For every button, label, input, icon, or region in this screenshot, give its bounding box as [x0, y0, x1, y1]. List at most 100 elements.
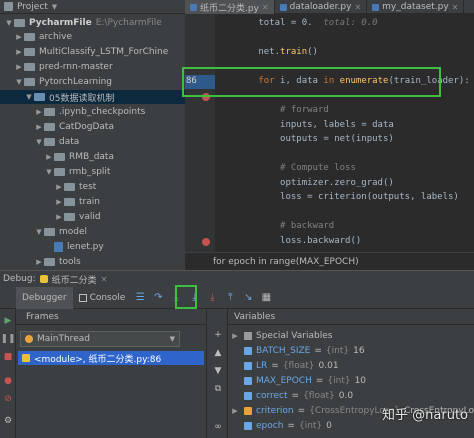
variable-type: {float}: [303, 391, 335, 401]
glasses-icon[interactable]: ∞: [212, 421, 224, 433]
close-icon[interactable]: ✕: [354, 3, 361, 12]
tab-debugger[interactable]: Debugger: [16, 286, 73, 309]
object-icon: [244, 407, 252, 415]
resume-icon[interactable]: ▶: [2, 315, 14, 327]
variable-row[interactable]: BATCH_SIZE = {int} 16: [230, 344, 365, 358]
folder-icon: [64, 183, 75, 191]
chevron-right-icon[interactable]: ▶: [34, 123, 44, 131]
chevron-right-icon[interactable]: ▶: [14, 48, 24, 56]
copy-icon[interactable]: ⧉: [212, 383, 224, 395]
thread-select[interactable]: MainThread ▼: [20, 331, 180, 347]
tree-item[interactable]: lenet.py: [44, 240, 104, 254]
chevron-right-icon[interactable]: ▶: [54, 183, 64, 191]
python-file-icon: [372, 3, 380, 11]
tree-item[interactable]: ▶ train: [54, 195, 100, 209]
code-token: # forward: [280, 105, 329, 115]
code-line[interactable]: total = 0. total: 0.0: [215, 18, 377, 30]
tree-item[interactable]: ▶ archive: [14, 30, 72, 44]
code-line[interactable]: # Compute loss: [215, 163, 356, 175]
tree-item[interactable]: ▶ valid: [54, 210, 100, 224]
tree-item[interactable]: ▶ test: [54, 180, 96, 194]
tree-item[interactable]: ▼ data: [34, 135, 79, 149]
move-down-icon[interactable]: ▼: [212, 365, 224, 377]
variables-title: Variables: [228, 309, 474, 325]
thread-icon: [25, 335, 33, 343]
run-to-cursor-icon[interactable]: ↘: [240, 290, 256, 306]
frame-row[interactable]: <module>, 纸币二分类.py:86: [18, 351, 204, 365]
equals-sign: =: [297, 406, 306, 416]
tab-editor-file[interactable]: my_dataset.py ✕: [367, 0, 465, 14]
tree-item[interactable]: ▼ PytorchLearning: [14, 75, 112, 89]
code-line[interactable]: net.train(): [215, 47, 318, 59]
chevron-right-icon[interactable]: ▶: [34, 108, 44, 116]
chevron-down-icon[interactable]: ▼: [14, 78, 24, 86]
tree-item-label: PytorchLearning: [39, 77, 113, 87]
tree-item[interactable]: ▼ model: [34, 225, 87, 239]
variable-row[interactable]: epoch = {int} 0: [230, 419, 332, 433]
step-over-icon[interactable]: ↷: [150, 290, 166, 306]
tree-item[interactable]: ▶ .ipynb_checkpoints: [34, 105, 145, 119]
chevron-down-icon[interactable]: ▼: [24, 93, 34, 101]
variable-type: {int}: [298, 421, 323, 431]
code-line[interactable]: # backward: [215, 221, 334, 233]
tree-root[interactable]: ▼ PycharmFile E:\PycharmFile: [4, 16, 161, 30]
code-line[interactable]: # forward: [215, 105, 329, 117]
close-icon[interactable]: ✕: [452, 3, 459, 12]
code-line[interactable]: loss.backward(): [215, 236, 361, 248]
tree-item-label: data: [59, 137, 80, 147]
chevron-down-icon[interactable]: ▼: [44, 168, 54, 176]
tree-item[interactable]: ▶ MultiClassify_LSTM_ForChine: [14, 45, 168, 59]
move-up-icon[interactable]: ▲: [212, 347, 224, 359]
chevron-right-icon[interactable]: ▶: [54, 198, 64, 206]
chevron-down-icon[interactable]: ▼: [4, 19, 14, 27]
tree-item[interactable]: ▶ CatDogData: [34, 120, 114, 134]
tree-item-label: test: [79, 182, 97, 192]
project-panel-header[interactable]: Project ▼: [0, 0, 185, 14]
tree-item[interactable]: ▼ rmb_split: [44, 165, 110, 179]
code-line[interactable]: optimizer.zero_grad(): [215, 178, 394, 190]
step-out-icon[interactable]: ⤒: [222, 290, 238, 306]
code-editor[interactable]: total = 0. total: 0.0 net.train() for i,…: [215, 14, 474, 252]
chevron-right-icon[interactable]: ▶: [230, 332, 240, 340]
close-icon[interactable]: ✕: [262, 3, 269, 12]
tree-item[interactable]: ▶ tools: [34, 255, 80, 269]
code-line[interactable]: inputs, labels = data: [215, 120, 394, 132]
show-execution-point-icon[interactable]: ☰: [132, 290, 148, 306]
breadcrumb[interactable]: for epoch in range(MAX_EPOCH): [185, 252, 474, 270]
chevron-down-icon[interactable]: ▼: [34, 138, 44, 146]
breakpoint-icon[interactable]: [202, 237, 210, 246]
variable-row[interactable]: LR = {float} 0.01: [230, 359, 339, 373]
tree-item[interactable]: ▶ pred-rnn-master: [14, 60, 112, 74]
chevron-right-icon[interactable]: ▶: [44, 153, 54, 161]
code-line[interactable]: loss = criterion(outputs, labels): [215, 192, 459, 204]
variable-row[interactable]: correct = {float} 0.0: [230, 389, 353, 403]
mute-breakpoints-icon[interactable]: ⊘: [2, 393, 14, 405]
evaluate-expression-icon[interactable]: ▦: [258, 290, 274, 306]
chevron-right-icon[interactable]: ▶: [230, 407, 240, 415]
variable-row[interactable]: ▶ Special Variables: [230, 329, 332, 343]
debug-config-name[interactable]: 纸币二分类: [52, 273, 97, 286]
stop-icon[interactable]: ■: [2, 351, 14, 363]
force-step-into-icon[interactable]: ⤓: [204, 290, 220, 306]
pause-icon[interactable]: ❚❚: [0, 333, 15, 345]
chevron-right-icon[interactable]: ▶: [54, 213, 64, 221]
tab-editor-file[interactable]: dataloader.py ✕: [275, 0, 368, 14]
chevron-right-icon[interactable]: ▶: [14, 63, 24, 71]
tree-item[interactable]: ▶ RMB_data: [44, 150, 114, 164]
settings-icon[interactable]: ⚙: [2, 415, 14, 427]
project-icon: [4, 2, 13, 11]
add-watch-icon[interactable]: +: [212, 329, 224, 341]
chevron-down-icon[interactable]: ▼: [52, 3, 57, 11]
tab-editor-file[interactable]: 纸币二分类.py ✕: [185, 0, 275, 14]
close-icon[interactable]: ✕: [101, 275, 108, 284]
view-breakpoints-icon[interactable]: ●: [2, 375, 14, 387]
variable-row[interactable]: MAX_EPOCH = {int} 10: [230, 374, 366, 388]
tree-item[interactable]: ▼ 05数据读取机制: [0, 90, 185, 104]
variable-icon: [244, 347, 252, 355]
tab-console[interactable]: Console: [73, 287, 132, 309]
code-line[interactable]: outputs = net(inputs): [215, 134, 394, 146]
chevron-right-icon[interactable]: ▶: [34, 258, 44, 266]
chevron-down-icon[interactable]: ▼: [34, 228, 44, 236]
chevron-right-icon[interactable]: ▶: [14, 33, 24, 41]
